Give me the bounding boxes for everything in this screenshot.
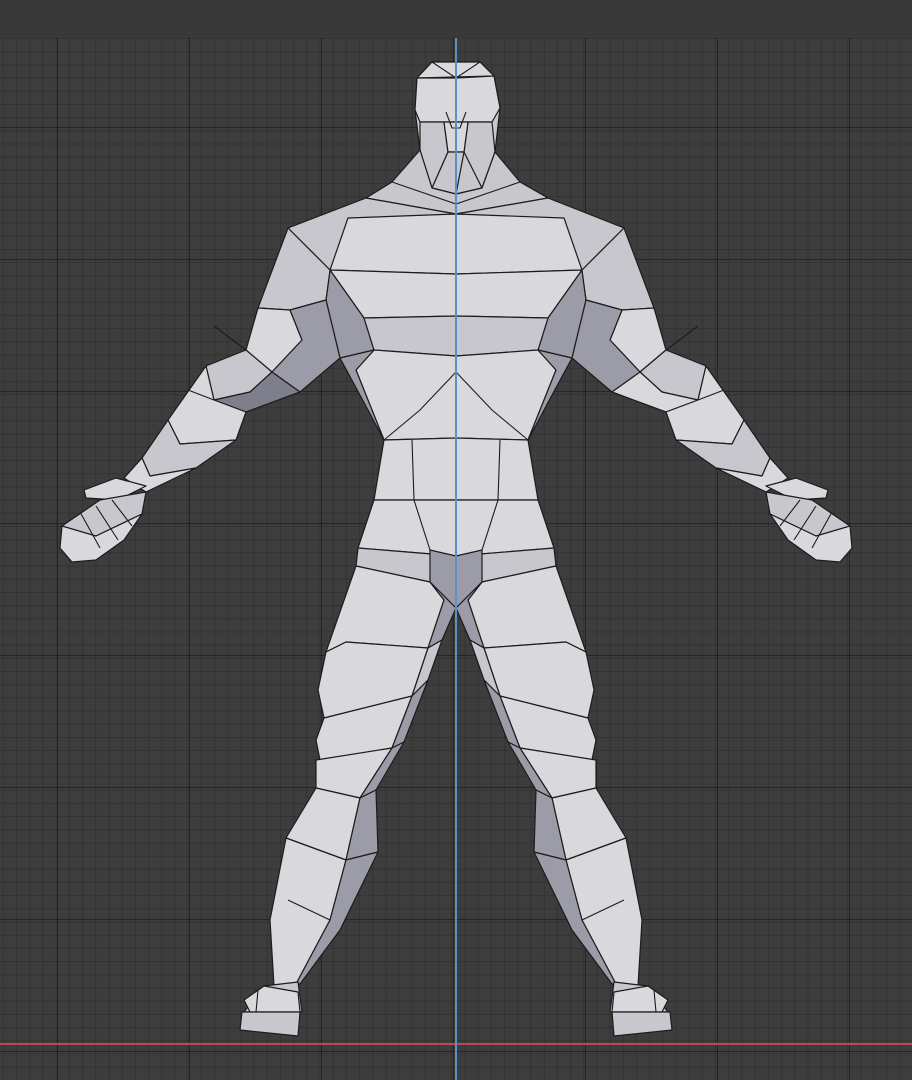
mesh-left-foot[interactable]	[239, 981, 303, 1037]
mesh-left-hand[interactable]	[59, 477, 147, 563]
mesh-right-arm[interactable]	[571, 227, 789, 493]
mesh-left-leg[interactable]	[269, 565, 457, 987]
mesh-right-leg[interactable]	[455, 565, 643, 987]
3d-viewport[interactable]	[0, 0, 912, 1080]
z-axis-line	[455, 38, 457, 1080]
mesh-right-foot[interactable]	[609, 981, 673, 1037]
mesh-left-arm[interactable]	[123, 227, 341, 493]
mesh-right-hand[interactable]	[765, 477, 853, 563]
